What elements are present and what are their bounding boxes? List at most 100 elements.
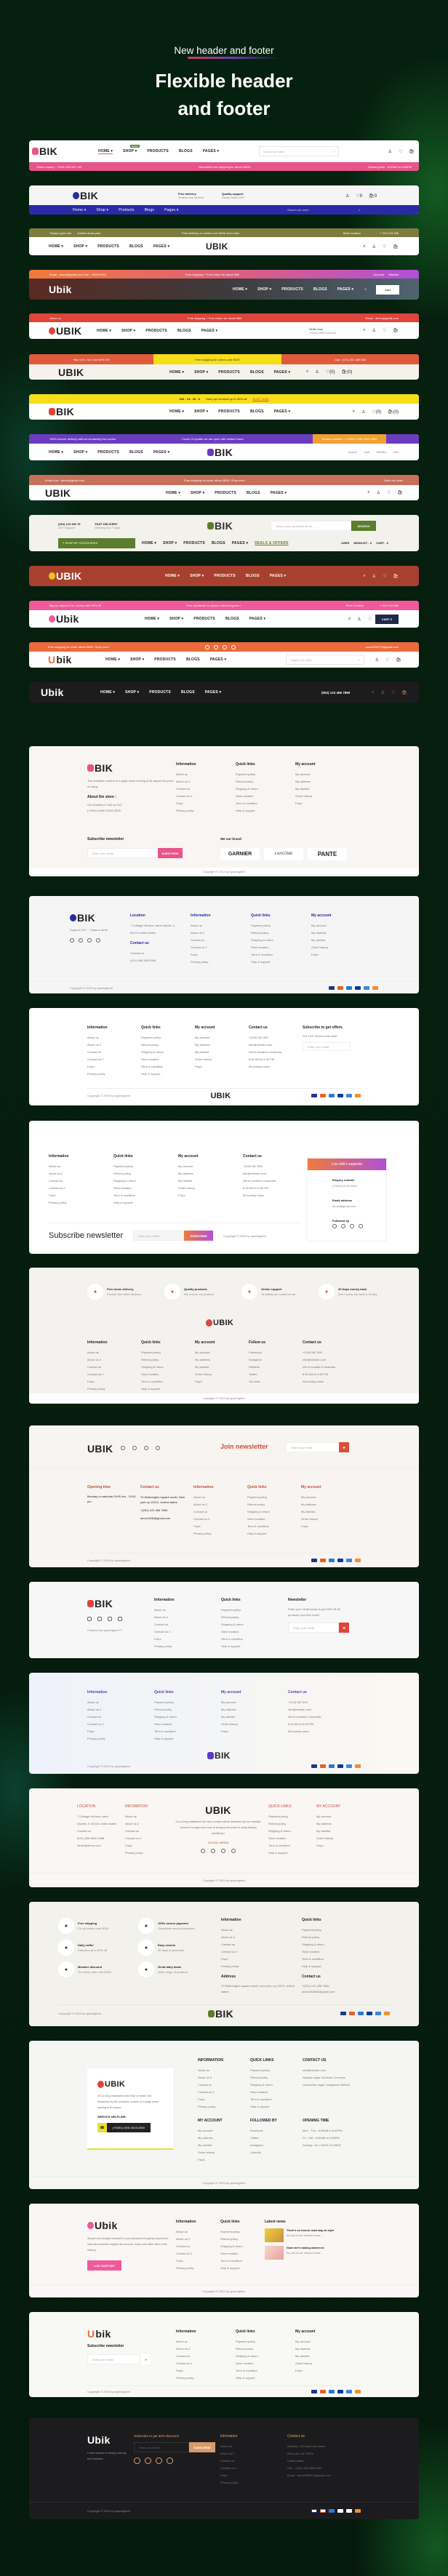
footer-link[interactable]: Faq's xyxy=(49,1192,113,1199)
footer-link[interactable]: Store location xyxy=(113,1185,178,1192)
footer-link[interactable]: info@domain.com xyxy=(249,1041,303,1049)
footer-link[interactable]: Faq's xyxy=(198,2096,250,2103)
logo[interactable]: UBIK xyxy=(49,325,81,337)
linkedin-icon[interactable] xyxy=(156,2457,162,2464)
footer-link[interactable]: Payment policy xyxy=(141,1349,195,1356)
footer-link[interactable]: New york, ny 10003, xyxy=(287,2450,360,2457)
footer-link[interactable]: Faq's xyxy=(176,2367,236,2375)
news-item[interactable]: Gaze we're asking women to As part of our… xyxy=(265,2246,345,2260)
footer-link[interactable]: Contact us xyxy=(87,1364,141,1371)
footer-link[interactable]: Refund policy xyxy=(154,1706,221,1713)
cart-icon[interactable]: 🛍 xyxy=(393,574,399,579)
footer-link[interactable]: About us 2 xyxy=(220,2450,286,2457)
footer-link[interactable]: Instagram xyxy=(250,2142,303,2149)
user-icon[interactable]: ♙ xyxy=(381,690,385,695)
footer-link[interactable]: My account xyxy=(195,1349,249,1356)
footer-link[interactable]: My address xyxy=(301,1501,355,1508)
email-input[interactable]: Enter your email xyxy=(286,1442,340,1452)
footer-link[interactable]: Fri - Sat : 8:30AM to 5:30PM xyxy=(303,2135,355,2142)
footer-link[interactable]: Contact us xyxy=(87,1713,154,1721)
instagram-icon[interactable] xyxy=(359,1224,363,1228)
footer-link[interactable]: +1234 567 890 xyxy=(303,1349,356,1356)
footer-link[interactable]: My wishlist xyxy=(195,1049,249,1056)
instagram-icon[interactable] xyxy=(96,938,100,943)
brand-logo[interactable]: GARNIER xyxy=(220,848,260,860)
footer-link[interactable]: We're located in Australia xyxy=(249,1049,303,1056)
email-input[interactable]: Enter your email xyxy=(288,1623,339,1633)
footer-link[interactable]: Help & support xyxy=(268,1849,315,1857)
footer-link[interactable]: Payment policy xyxy=(251,922,311,929)
footer-link[interactable]: Order history xyxy=(311,944,372,951)
footer-link[interactable]: Help & support xyxy=(154,1735,221,1743)
footer-link[interactable]: About us xyxy=(125,1813,172,1820)
footer-link[interactable]: Faq's xyxy=(176,800,236,807)
footer-link[interactable]: Store location xyxy=(221,1628,288,1636)
facebook-icon[interactable] xyxy=(70,938,74,943)
footer-link[interactable]: Contact us 2 xyxy=(193,1516,247,1523)
logo[interactable]: UBIK xyxy=(206,1319,233,1327)
wishlist-icon[interactable]: ♡ xyxy=(368,617,372,622)
footer-link[interactable]: About us 2 xyxy=(125,1820,172,1828)
email-input[interactable]: Enter your email xyxy=(133,1231,185,1241)
search-input[interactable]: Search our store ⌕ xyxy=(259,146,339,156)
footer-link[interactable]: Contact us xyxy=(221,1941,301,1948)
user-icon[interactable]: ♙ xyxy=(315,369,319,375)
footer-link[interactable]: Contact us 2 xyxy=(87,1056,141,1063)
facebook-icon[interactable] xyxy=(201,1849,205,1853)
cart-icon[interactable]: 🛍 xyxy=(396,657,401,663)
logo[interactable]: Ubik xyxy=(41,687,64,698)
footer-link[interactable]: About us 2 xyxy=(154,1614,221,1621)
linkedin-icon[interactable] xyxy=(223,644,227,649)
footer-link[interactable]: Contact us xyxy=(198,2081,250,2089)
footer-link[interactable]: Privacy policy xyxy=(220,2479,286,2487)
cart-button[interactable]: Cart xyxy=(376,284,399,295)
footer-link[interactable]: Term & condition xyxy=(250,2096,303,2103)
email-input[interactable]: Enter your email xyxy=(87,2354,140,2364)
footer-link[interactable]: Twitter xyxy=(250,2135,303,2142)
search-icon[interactable]: ⌕ xyxy=(363,244,365,249)
footer-link[interactable]: My account xyxy=(311,922,372,929)
footer-link[interactable]: About us 2 xyxy=(87,1356,141,1364)
cart-icon[interactable]: 🛍 xyxy=(401,690,407,695)
footer-link[interactable]: demo@demo.com xyxy=(77,1842,124,1849)
footer-link[interactable]: Contact us xyxy=(77,1828,124,1835)
footer-link[interactable]: My account xyxy=(221,1699,288,1706)
footer-link[interactable]: Shipping & return xyxy=(302,1941,382,1948)
footer-link[interactable]: About us xyxy=(221,1927,301,1934)
search-icon[interactable]: ⌕ xyxy=(367,490,369,495)
footer-link[interactable]: My address xyxy=(195,1356,249,1364)
user-icon[interactable]: ♙ xyxy=(372,244,376,249)
footer-link[interactable]: My address xyxy=(311,929,372,937)
footer-link[interactable]: Facebook xyxy=(250,2127,303,2135)
footer-link[interactable]: Contact us 2 xyxy=(87,1371,141,1378)
nav-products[interactable]: Products xyxy=(119,208,134,212)
live-talk-button[interactable]: Live talk's supports xyxy=(308,1159,386,1170)
search-input[interactable]: Search our store ⌕ xyxy=(287,208,360,212)
brand-logo[interactable]: LANCÔME xyxy=(264,848,303,860)
footer-link[interactable]: Term & condition xyxy=(236,2367,295,2375)
track-order-link[interactable]: Track my order xyxy=(383,479,403,482)
cart-icon[interactable]: 🛍 xyxy=(393,328,399,333)
footer-link[interactable]: Refund policy xyxy=(251,929,311,937)
footer-link[interactable]: All sunday close xyxy=(249,1063,303,1071)
footer-link[interactable]: Privacy policy xyxy=(87,1071,141,1078)
footer-link[interactable]: 8:30 AM to 6:30 PM xyxy=(243,1185,308,1192)
footer-link[interactable]: Contact us xyxy=(176,2353,236,2360)
wishlist-icon[interactable]: ♡0 xyxy=(356,193,362,199)
footer-link[interactable]: My address xyxy=(198,2135,250,2142)
footer-link[interactable]: Contact us 2 xyxy=(49,1185,113,1192)
twitter-icon[interactable] xyxy=(211,1849,215,1853)
wishlist-icon[interactable]: ♡ xyxy=(391,690,395,695)
footer-link[interactable]: Dribbble xyxy=(249,1364,303,1371)
footer-link[interactable]: About us xyxy=(198,2067,250,2074)
logo[interactable]: BIK xyxy=(87,762,175,774)
footer-link[interactable]: Shipping & return xyxy=(268,1828,315,1835)
footer-link[interactable]: Shipping & return xyxy=(154,1713,221,1721)
facebook-icon[interactable] xyxy=(134,2457,140,2464)
cart-link[interactable]: CART - 0 xyxy=(376,541,388,545)
footer-link[interactable]: info@domain.com xyxy=(288,1706,355,1713)
footer-link[interactable]: My wishlist xyxy=(295,785,355,793)
footer-link[interactable]: United states xyxy=(287,2457,360,2465)
linkedin-icon[interactable] xyxy=(144,1446,148,1450)
twitter-icon[interactable] xyxy=(214,644,218,649)
